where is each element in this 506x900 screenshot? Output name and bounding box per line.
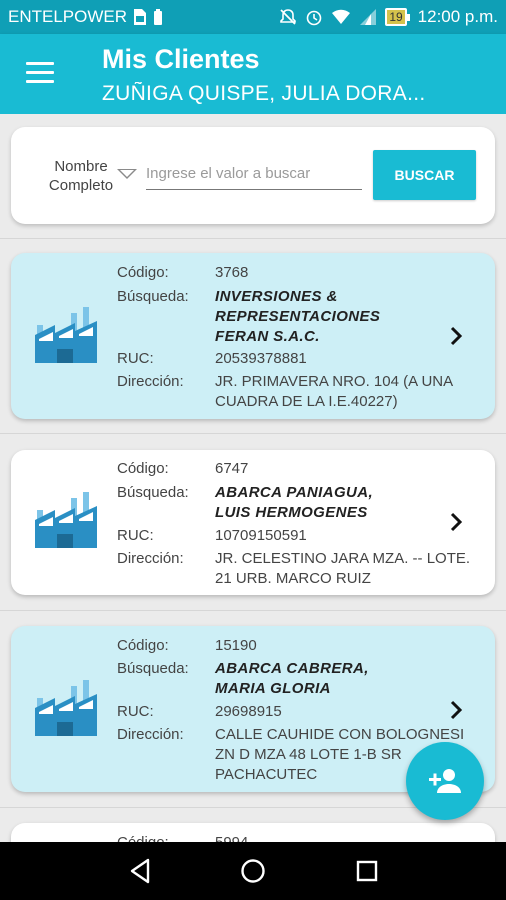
battery-icon: 19 — [385, 8, 410, 26]
client-card[interactable]: Código: 6747 Búsqueda: ABARCA PANIAGUA, … — [11, 450, 495, 595]
search-card: Nombre Completo BUSCAR — [11, 127, 495, 224]
divider — [0, 610, 506, 611]
alarm-icon — [307, 10, 322, 26]
codigo-label: Código: — [117, 637, 169, 654]
status-bar: ENTELPOWER 19 12:00 p.m. — [0, 0, 506, 34]
busqueda-label: Búsqueda: — [117, 660, 189, 677]
direccion-value: JR. CELESTINO JARA MZA. -- LOTE. 21 URB.… — [215, 549, 483, 589]
direccion-label: Dirección: — [117, 726, 184, 743]
busqueda-line: MARIA GLORIA — [215, 680, 331, 697]
divider — [0, 238, 506, 239]
direccion-line: JR. CELESTINO JARA MZA. -- LOTE. — [215, 550, 471, 567]
direccion-line: CUADRA DE LA I.E.40227) — [215, 393, 398, 410]
search-field-label-line1: Nombre — [54, 158, 108, 175]
busqueda-line: ABARCA CABRERA, — [215, 660, 369, 677]
busqueda-value: INVERSIONES & REPRESENTACIONES FERAN S.A… — [215, 287, 483, 347]
codigo-value: 15190 — [215, 637, 257, 654]
direccion-label: Dirección: — [117, 550, 184, 567]
chevron-right-icon — [450, 326, 463, 346]
busqueda-line: REPRESENTACIONES — [215, 308, 381, 325]
codigo-label: Código: — [117, 460, 169, 477]
signal-icon — [360, 9, 377, 25]
client-card[interactable]: Código: 5994 — [11, 823, 495, 842]
codigo-label: Código: — [117, 264, 169, 281]
factory-icon — [35, 680, 97, 736]
chevron-right-icon — [450, 512, 463, 532]
factory-icon — [35, 492, 97, 548]
add-person-icon — [429, 769, 461, 793]
search-field-label: Nombre Completo — [41, 157, 121, 195]
ruc-label: RUC: — [117, 350, 154, 367]
add-client-button[interactable] — [406, 742, 484, 820]
direccion-line: 21 URB. MARCO RUIZ — [215, 570, 371, 587]
ruc-label: RUC: — [117, 527, 154, 544]
app-bar: Mis Clientes ZUÑIGA QUISPE, JULIA DORA..… — [0, 34, 506, 114]
client-card[interactable]: Código: 3768 Búsqueda: INVERSIONES & REP… — [11, 253, 495, 419]
direccion-value: JR. PRIMAVERA NRO. 104 (A UNA CUADRA DE … — [215, 372, 483, 412]
busqueda-value: ABARCA PANIAGUA, LUIS HERMOGENES — [215, 483, 483, 523]
search-field-select[interactable]: Nombre Completo — [25, 157, 143, 197]
busqueda-label: Búsqueda: — [117, 288, 189, 305]
recents-icon[interactable] — [352, 856, 382, 886]
dropdown-caret-icon — [117, 169, 137, 179]
battery-small-icon — [154, 9, 163, 25]
busqueda-label: Búsqueda: — [117, 484, 189, 501]
direccion-label: Dirección: — [117, 373, 184, 390]
search-input[interactable] — [146, 162, 362, 190]
divider — [0, 433, 506, 434]
ruc-value: 20539378881 — [215, 350, 307, 367]
busqueda-line: FERAN S.A.C. — [215, 328, 320, 345]
back-icon[interactable] — [126, 856, 156, 886]
codigo-value: 6747 — [215, 460, 249, 477]
home-icon[interactable] — [238, 856, 268, 886]
chevron-right-icon — [450, 700, 463, 720]
wifi-icon — [332, 9, 351, 24]
search-field-label-line2: Completo — [48, 177, 114, 194]
codigo-label: Código: — [117, 833, 169, 842]
battery-level: 19 — [385, 8, 407, 26]
busqueda-value: ABARCA CABRERA, MARIA GLORIA — [215, 659, 483, 699]
codigo-value: 3768 — [215, 264, 249, 281]
codigo-value: 5994 — [215, 833, 483, 842]
busqueda-line: LUIS HERMOGENES — [215, 504, 368, 521]
direccion-line: JR. PRIMAVERA NRO. 104 (A UNA — [215, 373, 454, 390]
search-button[interactable]: BUSCAR — [373, 150, 476, 200]
sim-card-icon — [134, 9, 147, 25]
ruc-value: 29698915 — [215, 703, 282, 720]
factory-icon — [35, 307, 97, 363]
mute-icon — [280, 9, 297, 25]
system-nav-bar — [0, 842, 506, 900]
page-title: Mis Clientes — [102, 44, 260, 74]
page-subtitle: ZUÑIGA QUISPE, JULIA DORA... — [102, 82, 426, 105]
carrier-name: ENTELPOWER — [8, 7, 128, 26]
client-list-content[interactable]: Nombre Completo BUSCAR Código: 3768 Búsq… — [0, 114, 506, 842]
clock-time: 12:00 p.m. — [417, 7, 498, 26]
hamburger-menu-icon[interactable] — [26, 62, 54, 84]
ruc-value: 10709150591 — [215, 527, 307, 544]
busqueda-line: ABARCA PANIAGUA, — [215, 484, 374, 501]
busqueda-line: INVERSIONES & — [215, 288, 338, 305]
ruc-label: RUC: — [117, 703, 154, 720]
